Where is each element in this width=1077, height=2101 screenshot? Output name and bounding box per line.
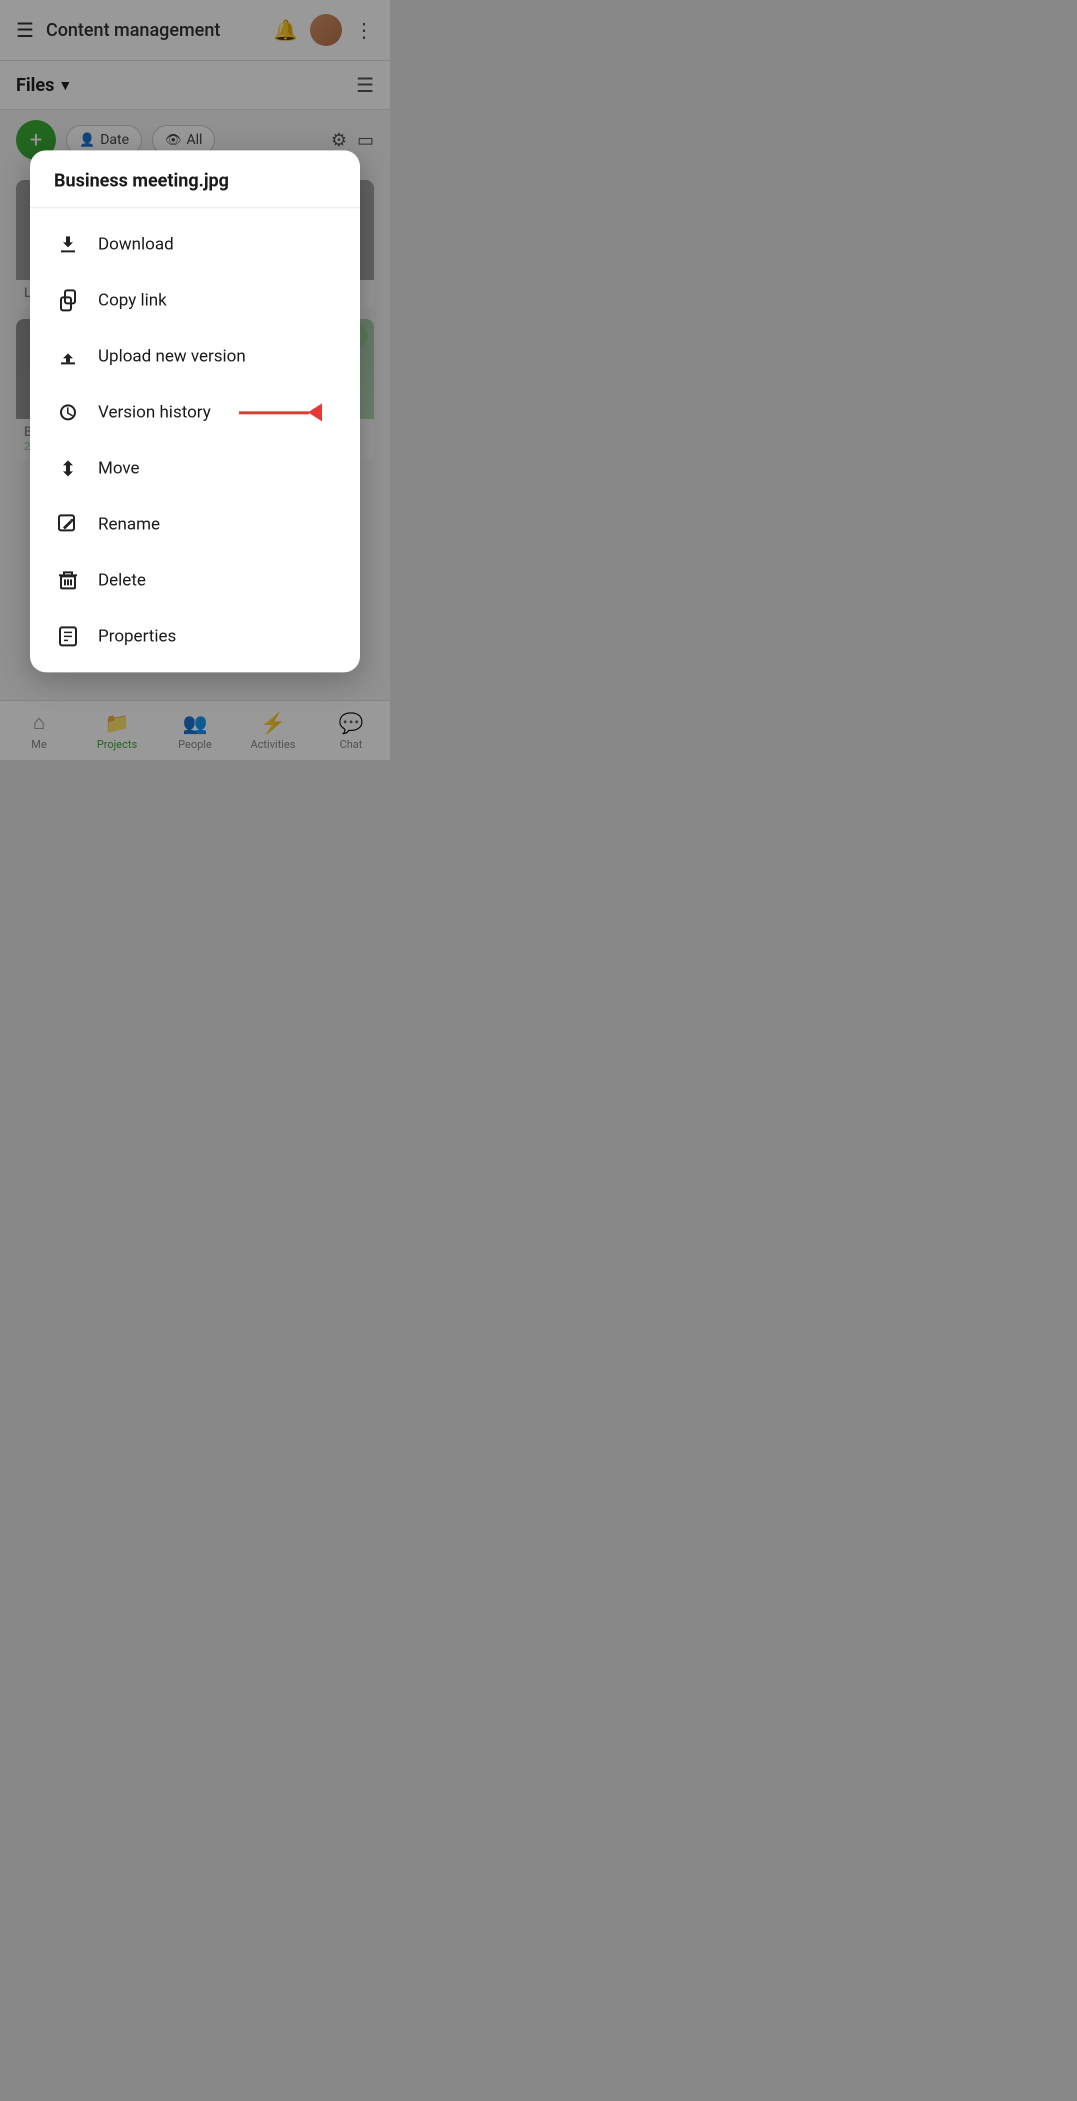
- menu-item-copy-link[interactable]: Copy link: [30, 272, 360, 328]
- menu-item-upload-version[interactable]: Upload new version: [30, 328, 360, 384]
- menu-item-delete[interactable]: Delete: [30, 552, 360, 608]
- properties-icon: [54, 624, 82, 648]
- menu-item-download[interactable]: Download: [30, 216, 360, 272]
- rename-icon: [54, 512, 82, 536]
- menu-item-properties[interactable]: Properties: [30, 608, 360, 664]
- move-label: Move: [98, 458, 140, 478]
- history-icon: [54, 400, 82, 424]
- move-icon: [54, 456, 82, 480]
- download-icon: [54, 232, 82, 256]
- version-history-label: Version history: [98, 402, 211, 422]
- delete-icon: [54, 568, 82, 592]
- copy-link-label: Copy link: [98, 290, 167, 310]
- copy-link-icon: [54, 288, 82, 312]
- menu-item-version-history[interactable]: Version history: [30, 384, 360, 440]
- menu-item-move[interactable]: Move: [30, 440, 360, 496]
- properties-label: Properties: [98, 626, 176, 646]
- delete-label: Delete: [98, 570, 146, 590]
- modal-header: Business meeting.jpg: [30, 150, 360, 208]
- menu-list: Download Copy link Upload new version: [30, 208, 360, 672]
- upload-version-label: Upload new version: [98, 346, 246, 366]
- context-menu-modal: Business meeting.jpg Download Copy link: [30, 150, 360, 672]
- modal-title: Business meeting.jpg: [54, 170, 336, 191]
- rename-label: Rename: [98, 514, 160, 534]
- menu-item-rename[interactable]: Rename: [30, 496, 360, 552]
- download-label: Download: [98, 234, 174, 254]
- red-arrow-indicator: [239, 403, 322, 421]
- upload-icon: [54, 344, 82, 368]
